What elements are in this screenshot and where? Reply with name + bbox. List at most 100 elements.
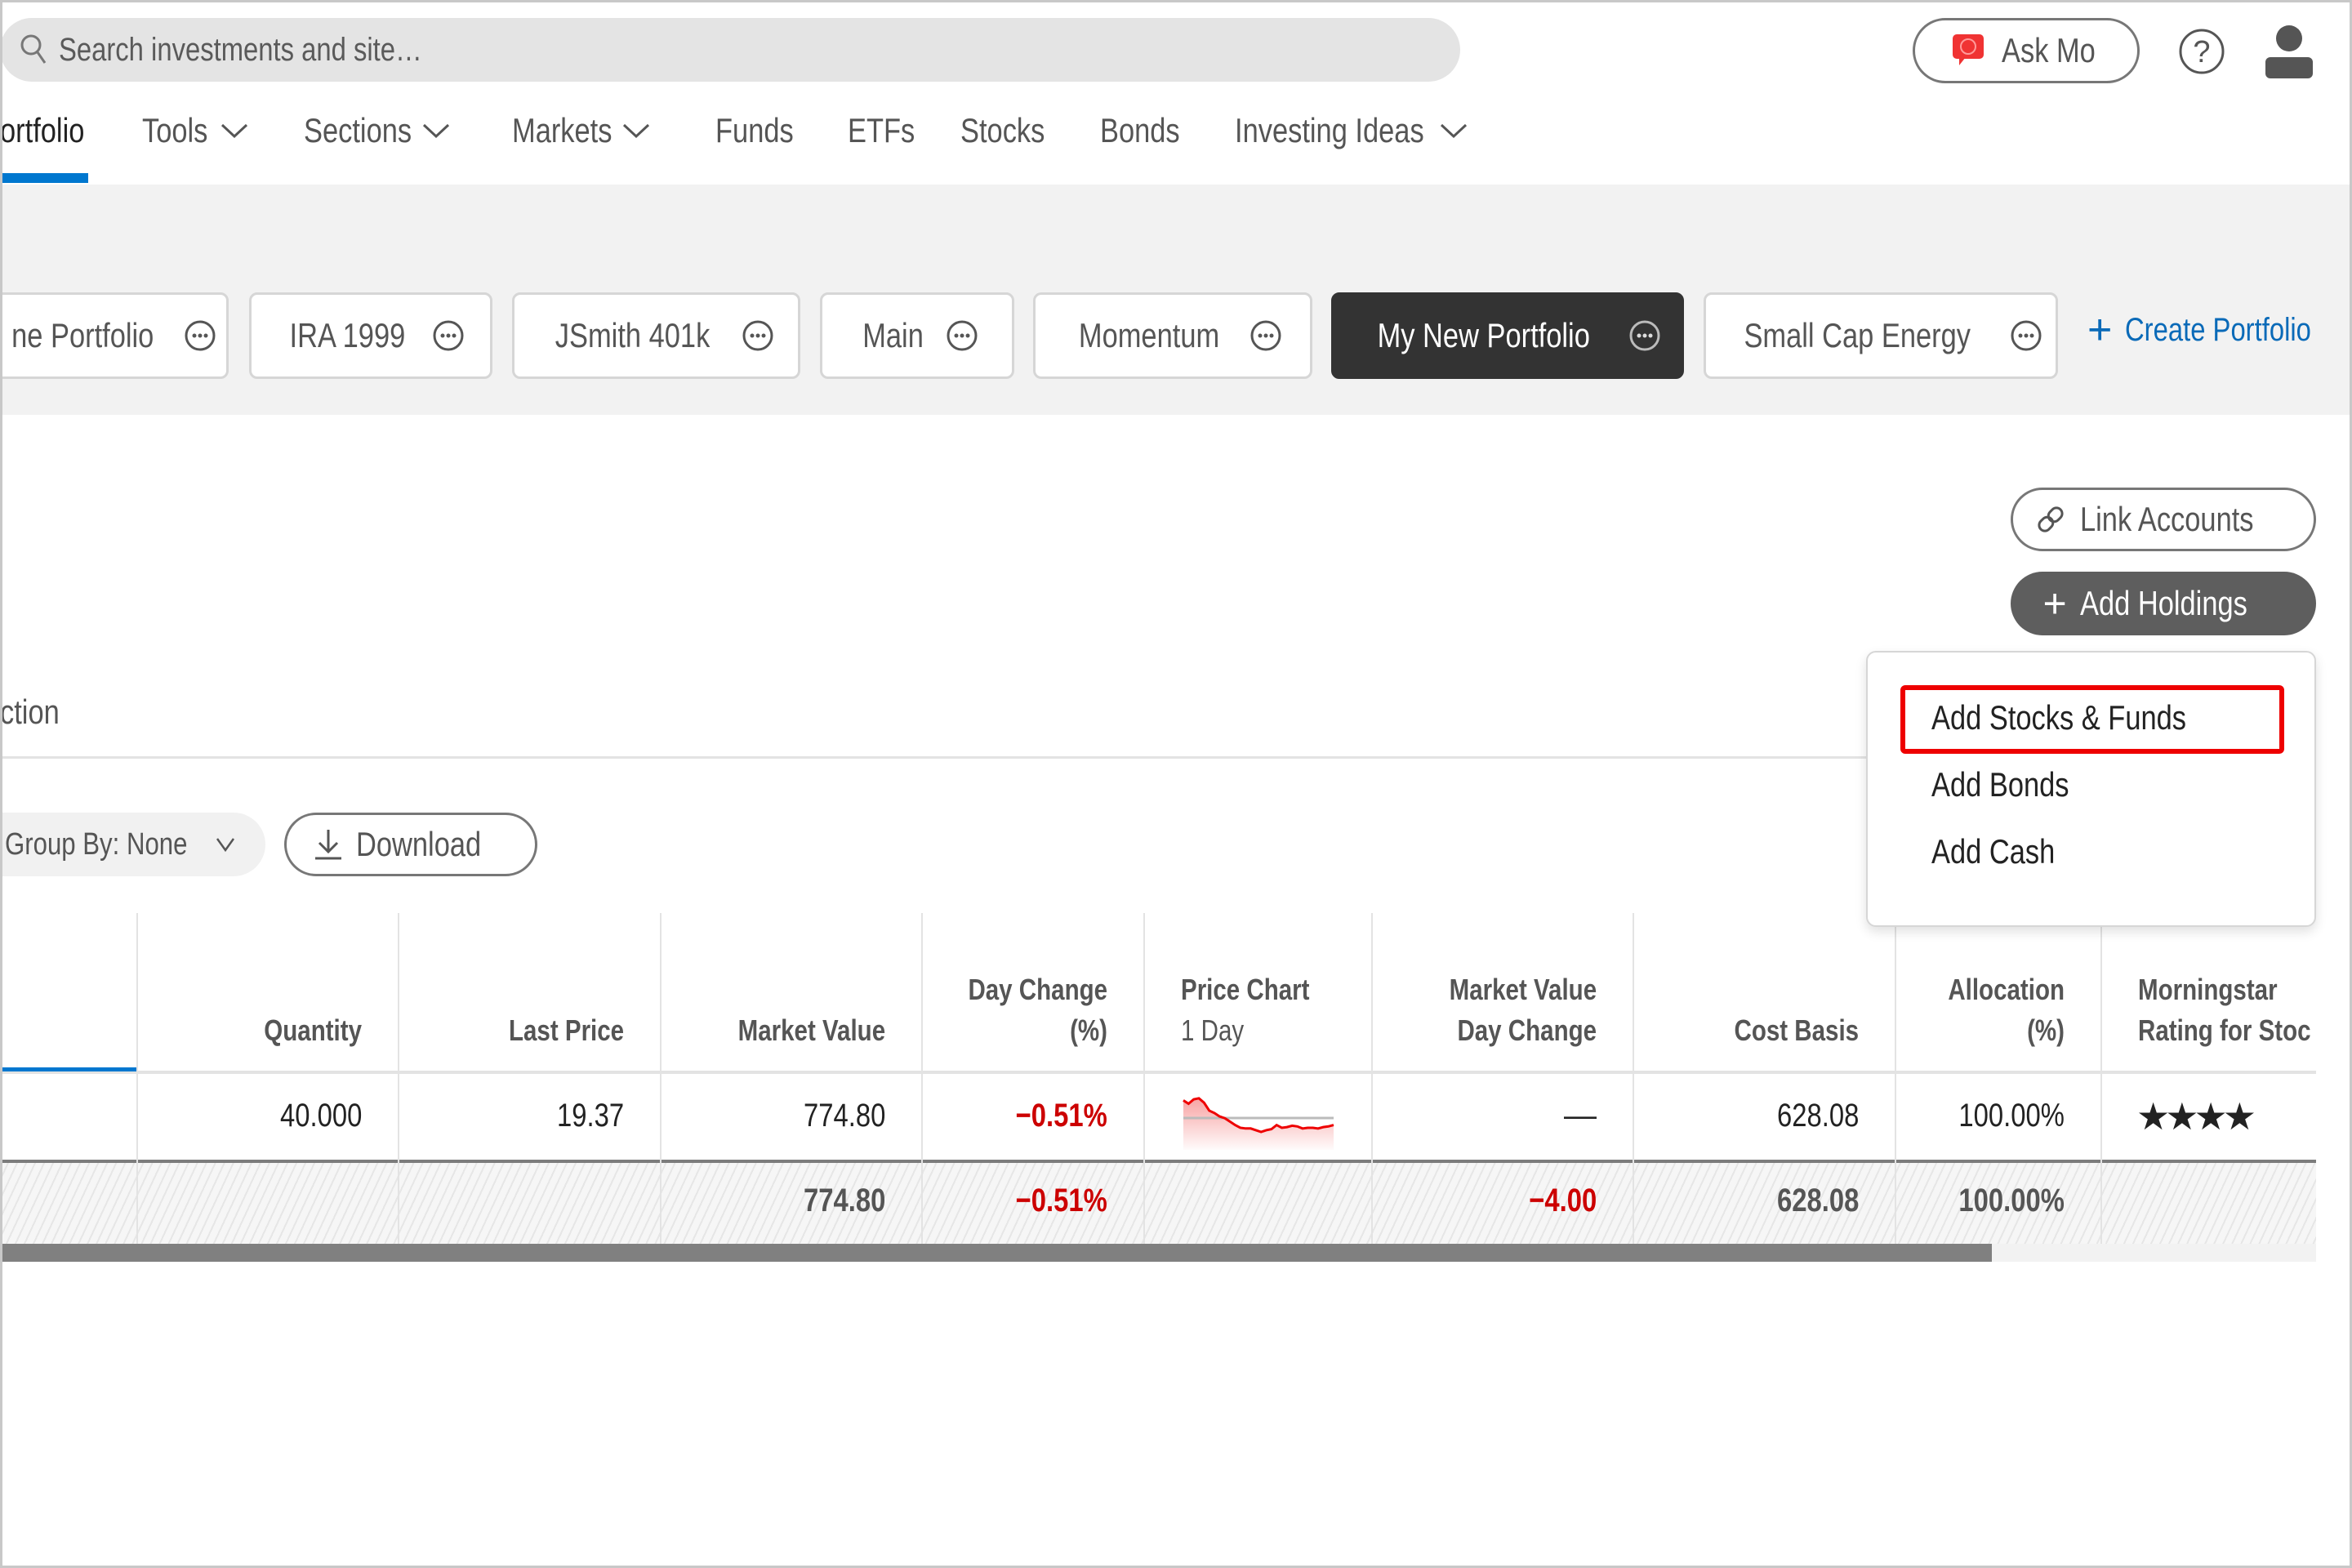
menu-item-add-stocks-funds[interactable]: Add Stocks & Funds: [1931, 698, 2243, 737]
nav-item-investing-ideas[interactable]: Investing Ideas: [1235, 111, 1468, 150]
more-options-icon[interactable]: [1628, 319, 1661, 352]
portfolio-tabs-bar: ne Portfolio IRA 1999 JSmith 401k Main M…: [0, 185, 2352, 415]
nav-label: Stocks: [960, 111, 1045, 149]
nav-label: Bonds: [1100, 111, 1180, 149]
header-border: [0, 1071, 2316, 1074]
col-header-market-value[interactable]: Market Value: [660, 913, 921, 1072]
nav-item-funds[interactable]: Funds: [715, 111, 811, 150]
more-options-icon[interactable]: [432, 319, 465, 352]
plus-icon: +: [2087, 306, 2113, 354]
add-holdings-button[interactable]: + Add Holdings: [2011, 572, 2316, 635]
ask-mo-button[interactable]: Ask Mo: [1913, 18, 2140, 83]
col-header-morningstar-rating[interactable]: Morningstar Rating for Stoc: [2100, 913, 2316, 1072]
add-holdings-label: Add Holdings: [2079, 584, 2247, 622]
more-options-icon[interactable]: [742, 319, 774, 352]
section-label: ction: [0, 693, 60, 731]
total-day-change-pct: −0.51%: [1015, 1183, 1107, 1218]
search-bar[interactable]: [0, 18, 1460, 82]
chevron-down-icon: [1440, 123, 1467, 139]
portfolio-chip[interactable]: Main: [820, 292, 1014, 379]
sparkline-chart[interactable]: [1181, 1093, 1336, 1150]
col-header-cost-basis[interactable]: Cost Basis: [1633, 913, 1895, 1072]
group-by-label: Group By: None: [5, 826, 188, 862]
nav-item-stocks[interactable]: Stocks: [960, 111, 1063, 150]
menu-item-add-bonds[interactable]: Add Bonds: [1931, 765, 2100, 804]
ask-mo-label: Ask Mo: [2002, 31, 2096, 69]
active-nav-indicator: [0, 173, 88, 183]
scrollbar-thumb[interactable]: [0, 1244, 1992, 1262]
download-icon: [314, 830, 341, 860]
cell-allocation: 100.00%: [1958, 1098, 2065, 1134]
menu-item-add-cash[interactable]: Add Cash: [1931, 832, 2082, 871]
chip-label: Momentum: [1078, 316, 1220, 354]
col-header-last-price[interactable]: Last Price: [398, 913, 660, 1072]
cell-day-change-pct: −0.51%: [1015, 1098, 1107, 1134]
chip-label: Main: [862, 316, 924, 354]
more-options-icon[interactable]: [184, 319, 216, 352]
col-header-quantity[interactable]: Quantity: [136, 913, 398, 1072]
active-column-indicator: [0, 1067, 136, 1071]
chip-label: My New Portfolio: [1377, 316, 1591, 354]
more-options-icon[interactable]: [1250, 319, 1282, 352]
link-accounts-button[interactable]: Link Accounts: [2011, 488, 2316, 551]
cell-cost-basis: 628.08: [1776, 1098, 1859, 1134]
group-by-select[interactable]: Group By: None: [0, 813, 265, 876]
chip-label: JSmith 401k: [555, 316, 710, 354]
download-button[interactable]: Download: [284, 813, 537, 876]
col-header-price-chart[interactable]: Price Chart 1 Day: [1143, 913, 1371, 1072]
main-nav: ortfolio Tools Sections Markets Funds ET…: [0, 106, 2352, 185]
portfolio-chip[interactable]: ne Portfolio: [0, 292, 229, 379]
create-portfolio-label: Create Portfolio: [2125, 311, 2312, 348]
portfolio-chip[interactable]: JSmith 401k: [512, 292, 800, 379]
total-cost-basis: 628.08: [1776, 1183, 1859, 1218]
nav-label: ETFs: [848, 111, 915, 149]
nav-label: Funds: [715, 111, 794, 149]
nav-item-tools[interactable]: Tools: [142, 111, 248, 150]
cell-last-price: 19.37: [556, 1098, 624, 1134]
cell-market-value: 774.80: [803, 1098, 885, 1134]
portfolio-chip-active[interactable]: My New Portfolio: [1331, 292, 1684, 379]
user-icon[interactable]: [2264, 24, 2314, 78]
cell-mv-day-change: —: [1564, 1098, 1597, 1134]
chevron-down-icon: [221, 123, 248, 139]
col-header-mv-day-change[interactable]: Market Value Day Change: [1371, 913, 1633, 1072]
nav-item-markets[interactable]: Markets: [512, 111, 650, 150]
create-portfolio-link[interactable]: + Create Portfolio: [2087, 305, 2352, 354]
portfolio-chip[interactable]: IRA 1999: [249, 292, 492, 379]
portfolio-chip[interactable]: Small Cap Energy: [1704, 292, 2058, 379]
nav-item-etfs[interactable]: ETFs: [848, 111, 929, 150]
portfolio-chip[interactable]: Momentum: [1033, 292, 1312, 379]
help-icon[interactable]: ?: [2177, 27, 2226, 76]
nav-label: Investing Ideas: [1235, 111, 1424, 149]
chip-label: IRA 1999: [289, 316, 405, 354]
nav-label: Tools: [142, 111, 208, 149]
total-allocation: 100.00%: [1958, 1183, 2065, 1218]
total-market-value: 774.80: [803, 1183, 885, 1218]
chevron-down-icon: [623, 123, 650, 139]
total-mv-day-change: −4.00: [1529, 1183, 1597, 1218]
download-label: Download: [355, 825, 481, 863]
more-options-icon[interactable]: [2010, 319, 2042, 352]
svg-text:?: ?: [2193, 35, 2210, 69]
nav-item-bonds[interactable]: Bonds: [1100, 111, 1197, 150]
nav-item-portfolio[interactable]: ortfolio: [0, 111, 103, 150]
link-accounts-label: Link Accounts: [2080, 500, 2254, 538]
chat-bubble-icon: [1953, 34, 1984, 65]
cell-quantity: 40.000: [279, 1098, 362, 1134]
chip-label: Small Cap Energy: [1744, 316, 1971, 354]
chevron-down-icon: [216, 838, 235, 852]
add-holdings-menu: Add Stocks & Funds Add Bonds Add Cash: [1866, 651, 2316, 927]
nav-label: Sections: [304, 111, 412, 149]
chip-label: ne Portfolio: [11, 316, 154, 354]
search-input[interactable]: [59, 31, 1063, 69]
plus-icon: +: [2042, 581, 2067, 626]
star-rating: ★★★★: [2136, 1095, 2256, 1138]
search-icon: [20, 34, 47, 64]
col-header-day-change-pct[interactable]: Day Change (%): [921, 913, 1143, 1072]
nav-item-sections[interactable]: Sections: [304, 111, 450, 150]
chevron-down-icon: [423, 123, 450, 139]
nav-label: Markets: [512, 111, 612, 149]
more-options-icon[interactable]: [946, 319, 978, 352]
nav-label: ortfolio: [0, 111, 85, 149]
col-header-allocation[interactable]: Allocation (%): [1895, 913, 2100, 1072]
